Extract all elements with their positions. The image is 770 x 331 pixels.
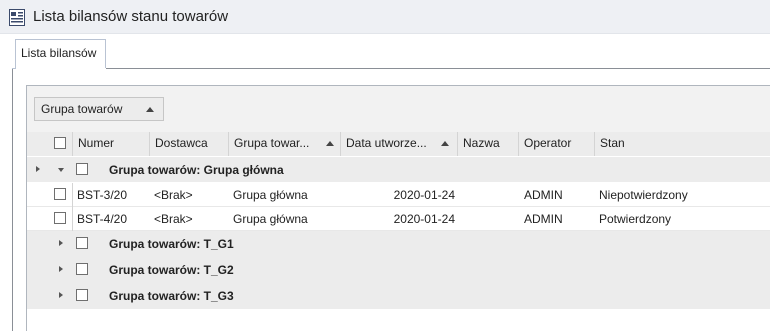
cell-divider [72, 207, 73, 231]
grid-empty-area [27, 309, 770, 331]
column-header-nazwa[interactable]: Nazwa [457, 132, 519, 156]
column-header-numer[interactable]: Numer [72, 132, 150, 156]
cell-data: 2020-01-24 [393, 188, 455, 202]
header-select-all[interactable] [48, 132, 72, 156]
document-list-icon [9, 9, 25, 26]
cell-dostawca: <Brak> [154, 188, 193, 202]
cell-stan: Niepotwierdzony [599, 188, 688, 202]
group-by-chip-label: Grupa towarów [41, 102, 123, 116]
select-all-checkbox[interactable] [54, 137, 66, 149]
column-header-grupa[interactable]: Grupa towar... [228, 132, 341, 156]
expand-icon[interactable] [59, 240, 63, 246]
cell-grupa: Grupa główna [233, 212, 308, 226]
sort-ascending-icon [146, 107, 154, 112]
tab-lista-bilansow[interactable]: Lista bilansów [15, 39, 106, 68]
column-header-stan[interactable]: Stan [594, 132, 770, 156]
table-row[interactable]: BST-4/20 <Brak> Grupa główna 2020-01-24 … [27, 207, 770, 231]
cell-numer: BST-3/20 [77, 188, 128, 202]
group-checkbox[interactable] [76, 163, 88, 175]
column-header-data-label: Data utworze... [346, 136, 427, 150]
row-indicator-icon [36, 166, 40, 172]
cell-dostawca: <Brak> [154, 212, 193, 226]
group-label: Grupa towarów: T_G2 [109, 263, 234, 277]
group-row[interactable]: Grupa towarów: Grupa główna [27, 157, 770, 182]
column-header-grupa-label: Grupa towar... [234, 136, 310, 150]
sort-ascending-icon [441, 141, 449, 146]
group-checkbox[interactable] [76, 237, 88, 249]
column-header-operator[interactable]: Operator [518, 132, 595, 156]
cell-operator: ADMIN [524, 212, 563, 226]
column-header-data[interactable]: Data utworze... [340, 132, 458, 156]
group-row[interactable]: Grupa towarów: T_G2 [27, 257, 770, 283]
group-label: Grupa towarów: Grupa główna [109, 163, 284, 177]
group-checkbox[interactable] [76, 289, 88, 301]
row-checkbox[interactable] [54, 212, 66, 224]
cell-stan: Potwierdzony [599, 212, 672, 226]
row-checkbox[interactable] [54, 188, 66, 200]
expand-icon[interactable] [59, 266, 63, 272]
cell-operator: ADMIN [524, 188, 563, 202]
cell-grupa: Grupa główna [233, 188, 308, 202]
group-label: Grupa towarów: T_G3 [109, 289, 234, 303]
cell-divider [72, 183, 73, 207]
group-label: Grupa towarów: T_G1 [109, 237, 234, 251]
window-title: Lista bilansów stanu towarów [33, 8, 229, 25]
expand-icon[interactable] [59, 292, 63, 298]
table-row[interactable]: BST-3/20 <Brak> Grupa główna 2020-01-24 … [27, 183, 770, 207]
group-by-chip[interactable]: Grupa towarów [34, 97, 164, 121]
cell-numer: BST-4/20 [77, 212, 128, 226]
cell-data: 2020-01-24 [393, 212, 455, 226]
sort-ascending-icon [326, 141, 334, 146]
group-checkbox[interactable] [76, 263, 88, 275]
column-header-dostawca[interactable]: Dostawca [149, 132, 228, 156]
collapse-icon[interactable] [58, 168, 64, 172]
title-bar: Lista bilansów stanu towarów [0, 0, 770, 34]
group-row[interactable]: Grupa towarów: T_G3 [27, 283, 770, 309]
group-row[interactable]: Grupa towarów: T_G1 [27, 231, 770, 257]
